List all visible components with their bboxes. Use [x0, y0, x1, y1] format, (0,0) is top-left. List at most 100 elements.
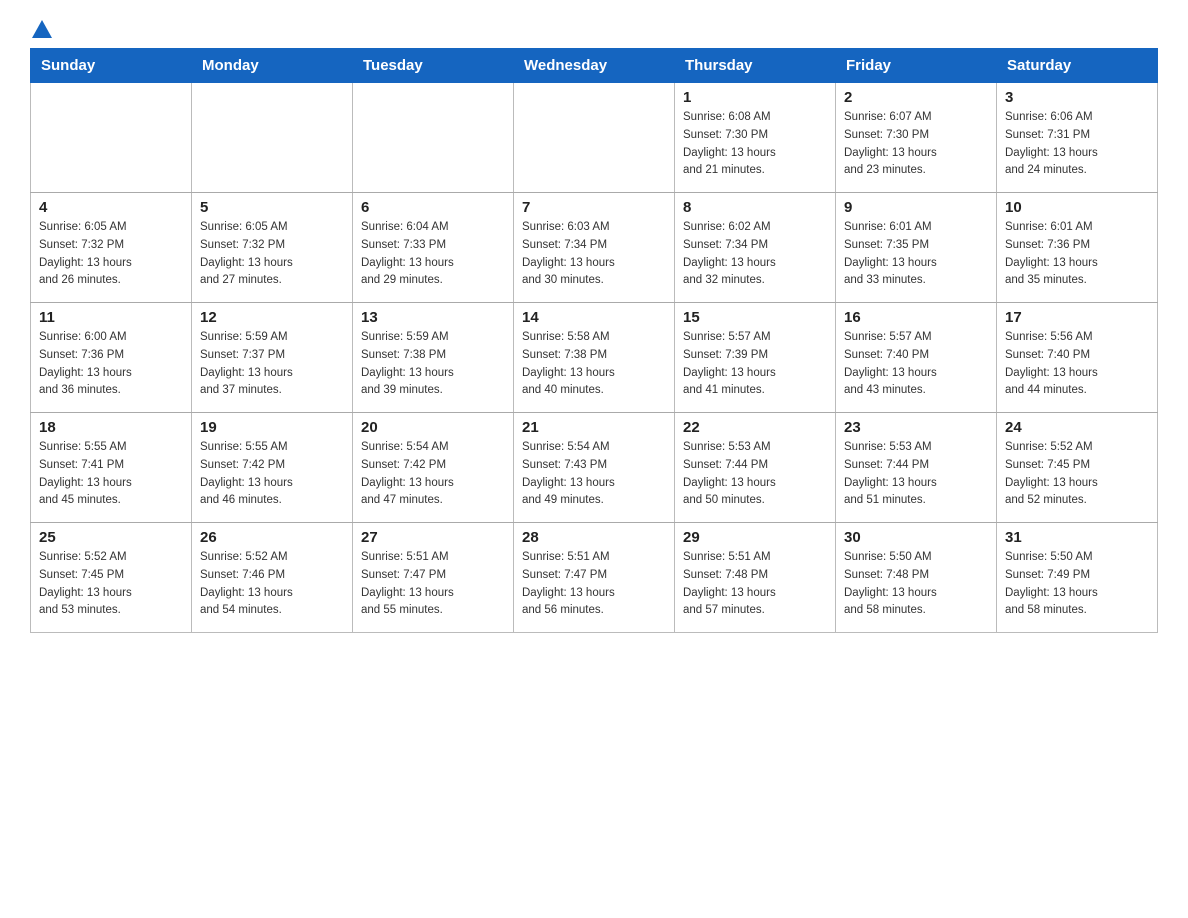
day-info: Sunrise: 6:04 AM Sunset: 7:33 PM Dayligh…	[361, 219, 505, 290]
weekday-header-sunday: Sunday	[31, 49, 192, 83]
calendar-week-row: 25 Sunrise: 5:52 AM Sunset: 7:45 PM Dayli…	[31, 523, 1158, 633]
calendar-cell: 28 Sunrise: 5:51 AM Sunset: 7:47 PM Dayli…	[514, 523, 675, 633]
day-info: Sunrise: 5:51 AM Sunset: 7:47 PM Dayligh…	[522, 549, 666, 620]
calendar-table: SundayMondayTuesdayWednesdayThursdayFrid…	[30, 48, 1158, 633]
day-info: Sunrise: 6:01 AM Sunset: 7:35 PM Dayligh…	[844, 219, 988, 290]
calendar-cell: 14 Sunrise: 5:58 AM Sunset: 7:38 PM Dayli…	[514, 303, 675, 413]
weekday-header-friday: Friday	[836, 49, 997, 83]
day-number: 29	[683, 529, 827, 546]
day-number: 13	[361, 309, 505, 326]
day-number: 16	[844, 309, 988, 326]
calendar-cell: 19Sunrise: 5:55 AM Sunset: 7:42 PM Dayli…	[192, 413, 353, 523]
day-info: Sunrise: 5:55 AM Sunset: 7:41 PM Dayligh…	[39, 439, 183, 510]
calendar-cell: 6 Sunrise: 6:04 AM Sunset: 7:33 PM Daylig…	[353, 193, 514, 303]
calendar-cell: 20Sunrise: 5:54 AM Sunset: 7:42 PM Dayli…	[353, 413, 514, 523]
calendar-cell: 31 Sunrise: 5:50 AM Sunset: 7:49 PM Dayli…	[997, 523, 1158, 633]
calendar-cell: 27Sunrise: 5:51 AM Sunset: 7:47 PM Dayli…	[353, 523, 514, 633]
calendar-cell: 1 Sunrise: 6:08 AM Sunset: 7:30 PM Daylig…	[675, 83, 836, 193]
day-number: 7	[522, 199, 666, 216]
calendar-cell	[31, 83, 192, 193]
day-info: Sunrise: 5:51 AM Sunset: 7:47 PM Dayligh…	[361, 549, 505, 620]
calendar-cell: 17 Sunrise: 5:56 AM Sunset: 7:40 PM Dayli…	[997, 303, 1158, 413]
day-number: 2	[844, 89, 988, 106]
calendar-cell: 12 Sunrise: 5:59 AM Sunset: 7:37 PM Dayli…	[192, 303, 353, 413]
day-number: 11	[39, 309, 183, 326]
day-info: Sunrise: 6:05 AM Sunset: 7:32 PM Dayligh…	[200, 219, 344, 290]
logo	[30, 20, 54, 38]
day-number: 5	[200, 199, 344, 216]
calendar-cell: 15Sunrise: 5:57 AM Sunset: 7:39 PM Dayli…	[675, 303, 836, 413]
calendar-cell: 13Sunrise: 5:59 AM Sunset: 7:38 PM Dayli…	[353, 303, 514, 413]
calendar-cell: 5 Sunrise: 6:05 AM Sunset: 7:32 PM Daylig…	[192, 193, 353, 303]
calendar-week-row: 11 Sunrise: 6:00 AM Sunset: 7:36 PM Dayli…	[31, 303, 1158, 413]
day-info: Sunrise: 5:58 AM Sunset: 7:38 PM Dayligh…	[522, 329, 666, 400]
day-number: 10	[1005, 199, 1149, 216]
day-info: Sunrise: 6:05 AM Sunset: 7:32 PM Dayligh…	[39, 219, 183, 290]
day-info: Sunrise: 6:03 AM Sunset: 7:34 PM Dayligh…	[522, 219, 666, 290]
day-number: 21	[522, 419, 666, 436]
day-info: Sunrise: 6:06 AM Sunset: 7:31 PM Dayligh…	[1005, 109, 1149, 180]
day-number: 30	[844, 529, 988, 546]
calendar-cell: 9 Sunrise: 6:01 AM Sunset: 7:35 PM Daylig…	[836, 193, 997, 303]
day-info: Sunrise: 5:51 AM Sunset: 7:48 PM Dayligh…	[683, 549, 827, 620]
calendar-cell: 10 Sunrise: 6:01 AM Sunset: 7:36 PM Dayli…	[997, 193, 1158, 303]
day-info: Sunrise: 6:00 AM Sunset: 7:36 PM Dayligh…	[39, 329, 183, 400]
day-number: 8	[683, 199, 827, 216]
weekday-header-wednesday: Wednesday	[514, 49, 675, 83]
day-number: 18	[39, 419, 183, 436]
day-number: 28	[522, 529, 666, 546]
calendar-cell: 8 Sunrise: 6:02 AM Sunset: 7:34 PM Daylig…	[675, 193, 836, 303]
day-info: Sunrise: 5:52 AM Sunset: 7:46 PM Dayligh…	[200, 549, 344, 620]
day-number: 25	[39, 529, 183, 546]
day-info: Sunrise: 5:52 AM Sunset: 7:45 PM Dayligh…	[39, 549, 183, 620]
day-info: Sunrise: 5:53 AM Sunset: 7:44 PM Dayligh…	[683, 439, 827, 510]
day-info: Sunrise: 6:07 AM Sunset: 7:30 PM Dayligh…	[844, 109, 988, 180]
day-number: 17	[1005, 309, 1149, 326]
day-number: 19	[200, 419, 344, 436]
calendar-week-row: 4Sunrise: 6:05 AM Sunset: 7:32 PM Daylig…	[31, 193, 1158, 303]
calendar-cell: 16 Sunrise: 5:57 AM Sunset: 7:40 PM Dayli…	[836, 303, 997, 413]
day-info: Sunrise: 5:59 AM Sunset: 7:37 PM Dayligh…	[200, 329, 344, 400]
day-number: 12	[200, 309, 344, 326]
day-number: 9	[844, 199, 988, 216]
day-info: Sunrise: 5:57 AM Sunset: 7:40 PM Dayligh…	[844, 329, 988, 400]
logo-triangle-icon	[32, 20, 52, 38]
calendar-week-row: 18 Sunrise: 5:55 AM Sunset: 7:41 PM Dayli…	[31, 413, 1158, 523]
day-info: Sunrise: 5:52 AM Sunset: 7:45 PM Dayligh…	[1005, 439, 1149, 510]
day-info: Sunrise: 6:08 AM Sunset: 7:30 PM Dayligh…	[683, 109, 827, 180]
calendar-cell: 29 Sunrise: 5:51 AM Sunset: 7:48 PM Dayli…	[675, 523, 836, 633]
day-info: Sunrise: 6:01 AM Sunset: 7:36 PM Dayligh…	[1005, 219, 1149, 290]
calendar-cell: 26Sunrise: 5:52 AM Sunset: 7:46 PM Dayli…	[192, 523, 353, 633]
day-info: Sunrise: 5:54 AM Sunset: 7:42 PM Dayligh…	[361, 439, 505, 510]
day-info: Sunrise: 5:50 AM Sunset: 7:48 PM Dayligh…	[844, 549, 988, 620]
page-header	[30, 20, 1158, 38]
calendar-cell: 11 Sunrise: 6:00 AM Sunset: 7:36 PM Dayli…	[31, 303, 192, 413]
calendar-week-row: 1 Sunrise: 6:08 AM Sunset: 7:30 PM Daylig…	[31, 83, 1158, 193]
weekday-header-tuesday: Tuesday	[353, 49, 514, 83]
day-number: 6	[361, 199, 505, 216]
day-info: Sunrise: 6:02 AM Sunset: 7:34 PM Dayligh…	[683, 219, 827, 290]
day-number: 31	[1005, 529, 1149, 546]
day-number: 24	[1005, 419, 1149, 436]
day-number: 14	[522, 309, 666, 326]
calendar-cell: 30 Sunrise: 5:50 AM Sunset: 7:48 PM Dayli…	[836, 523, 997, 633]
calendar-cell: 21Sunrise: 5:54 AM Sunset: 7:43 PM Dayli…	[514, 413, 675, 523]
calendar-header-row: SundayMondayTuesdayWednesdayThursdayFrid…	[31, 49, 1158, 83]
day-number: 3	[1005, 89, 1149, 106]
calendar-cell: 7 Sunrise: 6:03 AM Sunset: 7:34 PM Daylig…	[514, 193, 675, 303]
day-info: Sunrise: 5:50 AM Sunset: 7:49 PM Dayligh…	[1005, 549, 1149, 620]
day-info: Sunrise: 5:53 AM Sunset: 7:44 PM Dayligh…	[844, 439, 988, 510]
weekday-header-monday: Monday	[192, 49, 353, 83]
calendar-cell: 18 Sunrise: 5:55 AM Sunset: 7:41 PM Dayli…	[31, 413, 192, 523]
weekday-header-thursday: Thursday	[675, 49, 836, 83]
calendar-cell: 25 Sunrise: 5:52 AM Sunset: 7:45 PM Dayli…	[31, 523, 192, 633]
calendar-cell	[353, 83, 514, 193]
calendar-cell: 22Sunrise: 5:53 AM Sunset: 7:44 PM Dayli…	[675, 413, 836, 523]
weekday-header-saturday: Saturday	[997, 49, 1158, 83]
day-number: 15	[683, 309, 827, 326]
day-info: Sunrise: 5:56 AM Sunset: 7:40 PM Dayligh…	[1005, 329, 1149, 400]
calendar-cell: 24 Sunrise: 5:52 AM Sunset: 7:45 PM Dayli…	[997, 413, 1158, 523]
day-number: 1	[683, 89, 827, 106]
calendar-cell: 3 Sunrise: 6:06 AM Sunset: 7:31 PM Daylig…	[997, 83, 1158, 193]
calendar-cell: 23Sunrise: 5:53 AM Sunset: 7:44 PM Dayli…	[836, 413, 997, 523]
